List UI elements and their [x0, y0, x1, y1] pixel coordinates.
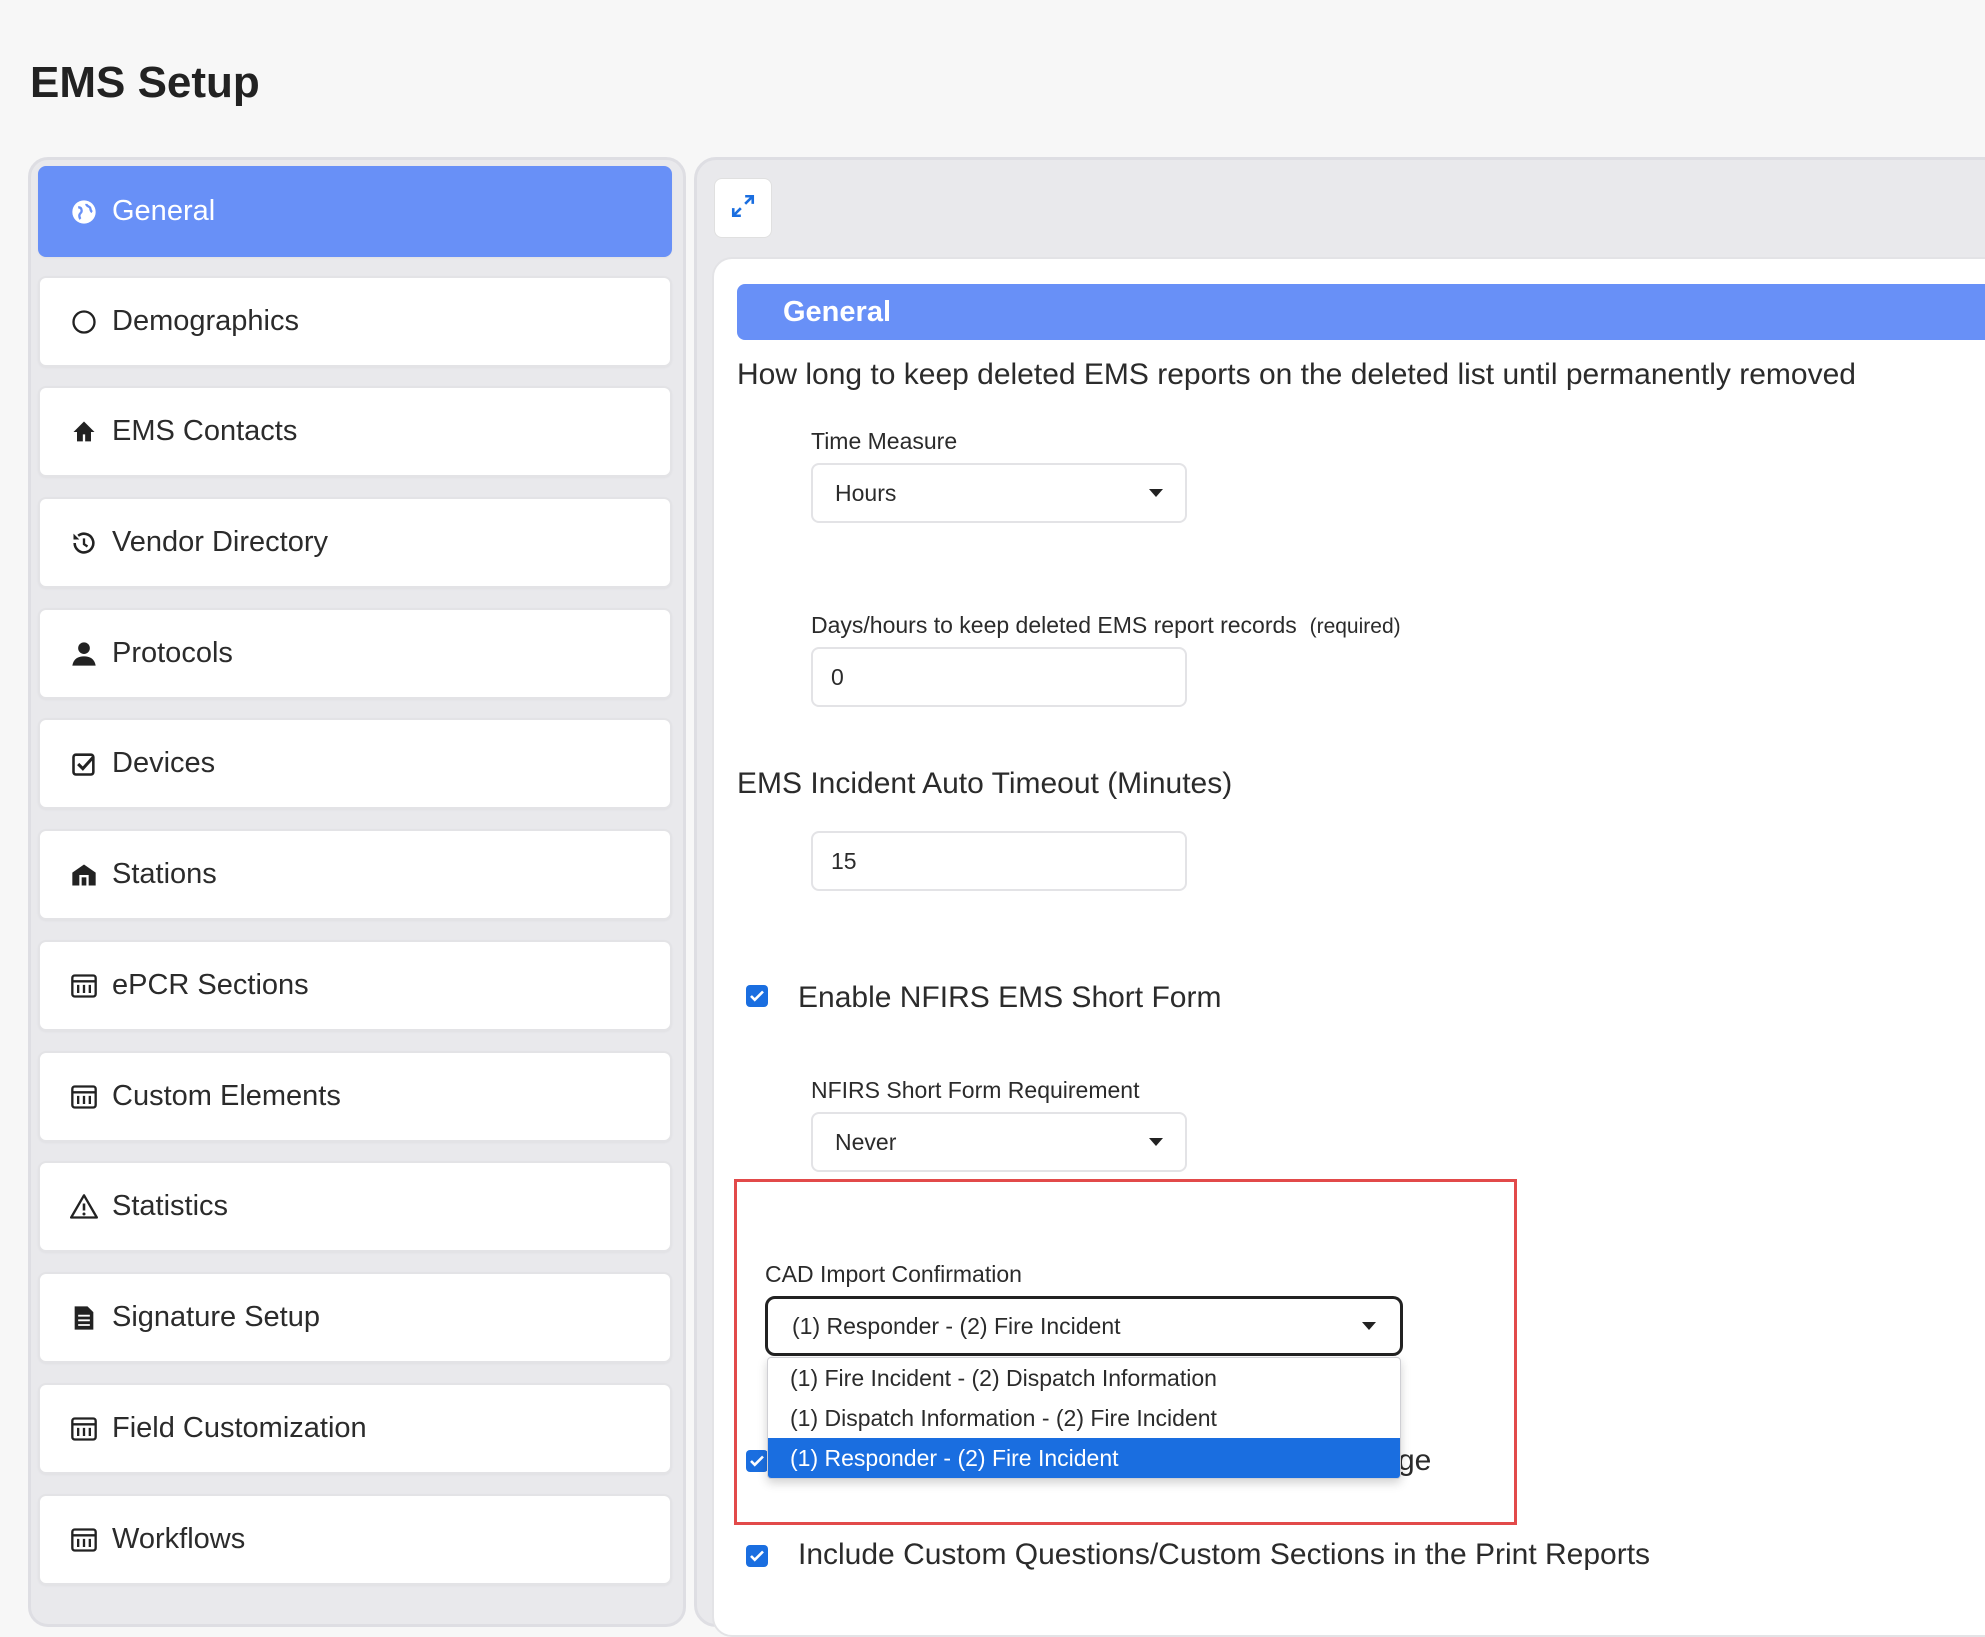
user-icon [70, 640, 98, 668]
time-measure-value: Hours [835, 479, 897, 506]
nfirs-short-form-checkbox[interactable] [746, 985, 768, 1007]
sidebar-item-stations[interactable]: Stations [38, 829, 672, 920]
check-square-icon [70, 750, 98, 778]
sidebar-item-label: ePCR Sections [112, 969, 309, 1001]
required-indicator: (required) [1309, 615, 1401, 638]
sidebar-item-label: Vendor Directory [112, 526, 328, 558]
page-title: EMS Setup [30, 58, 260, 107]
dropdown-option-selected[interactable]: (1) Responder - (2) Fire Incident [768, 1438, 1400, 1478]
sliders-icon [70, 1526, 98, 1554]
sidebar-item-label: Devices [112, 747, 216, 779]
sidebar-item-label: Signature Setup [112, 1301, 320, 1333]
sliders-icon [70, 1415, 98, 1443]
cad-import-value: (1) Responder - (2) Fire Incident [792, 1312, 1121, 1339]
auto-timeout-input[interactable]: 15 [811, 831, 1187, 891]
document-icon [70, 1304, 98, 1332]
circle-icon [70, 308, 98, 336]
dropdown-option[interactable]: (1) Fire Incident - (2) Dispatch Informa… [768, 1358, 1400, 1398]
chevron-down-icon [1362, 1322, 1376, 1330]
nfirs-requirement-select[interactable]: Never [811, 1112, 1187, 1172]
chevron-down-icon [1149, 489, 1163, 497]
sidebar-item-workflows[interactable]: Workflows [38, 1494, 672, 1585]
sidebar-item-label: Custom Elements [112, 1080, 341, 1112]
hidden-option-checkbox[interactable] [746, 1450, 768, 1472]
time-measure-select[interactable]: Hours [811, 463, 1187, 523]
sidebar-item-field-customization[interactable]: Field Customization [38, 1383, 672, 1474]
keep-days-label: Days/hours to keep deleted EMS report re… [811, 612, 1401, 638]
cad-import-label: CAD Import Confirmation [765, 1261, 1022, 1287]
sidebar-item-devices[interactable]: Devices [38, 718, 672, 809]
sidebar-item-demographics[interactable]: Demographics [38, 276, 672, 367]
nfirs-requirement-label: NFIRS Short Form Requirement [811, 1077, 1140, 1103]
sidebar-item-label: Protocols [112, 637, 233, 669]
keep-days-input[interactable]: 0 [811, 647, 1187, 707]
home-icon [70, 418, 98, 446]
sliders-icon [70, 972, 98, 1000]
sidebar-item-signature-setup[interactable]: Signature Setup [38, 1272, 672, 1363]
sliders-icon [70, 1083, 98, 1111]
section-header: General [737, 284, 1985, 340]
sidebar-item-statistics[interactable]: Statistics [38, 1161, 672, 1252]
history-icon [70, 529, 98, 557]
chevron-down-icon [1149, 1138, 1163, 1146]
auto-timeout-label: EMS Incident Auto Timeout (Minutes) [737, 767, 1233, 800]
custom-questions-checkbox[interactable] [746, 1545, 768, 1567]
sidebar-item-epcr-sections[interactable]: ePCR Sections [38, 940, 672, 1031]
sidebar-item-vendor-directory[interactable]: Vendor Directory [38, 497, 672, 588]
hidden-option-label: ge [1398, 1444, 1432, 1477]
sidebar-item-protocols[interactable]: Protocols [38, 608, 672, 699]
keep-days-value: 0 [831, 663, 844, 690]
sidebar-item-label: General [112, 195, 216, 227]
expand-icon [730, 193, 756, 224]
building-icon [70, 861, 98, 889]
globe-icon [70, 198, 98, 226]
dropdown-option[interactable]: (1) Dispatch Information - (2) Fire Inci… [768, 1398, 1400, 1438]
sidebar-item-label: EMS Contacts [112, 415, 298, 447]
nfirs-requirement-value: Never [835, 1128, 897, 1155]
sidebar-item-ems-contacts[interactable]: EMS Contacts [38, 386, 672, 477]
retention-question: How long to keep deleted EMS reports on … [737, 358, 1856, 391]
sidebar-item-label: Field Customization [112, 1412, 367, 1444]
auto-timeout-value: 15 [831, 847, 857, 874]
cad-import-select[interactable]: (1) Responder - (2) Fire Incident [765, 1296, 1403, 1356]
warning-icon [70, 1193, 98, 1221]
sidebar-item-custom-elements[interactable]: Custom Elements [38, 1051, 672, 1142]
expand-button[interactable] [714, 178, 772, 238]
sidebar-item-label: Workflows [112, 1523, 246, 1555]
nfirs-short-form-label: Enable NFIRS EMS Short Form [798, 981, 1222, 1014]
time-measure-label: Time Measure [811, 428, 958, 454]
custom-questions-label: Include Custom Questions/Custom Sections… [798, 1538, 1651, 1571]
sidebar-item-label: Demographics [112, 305, 299, 337]
sidebar-item-general[interactable]: General [38, 166, 672, 257]
cad-import-dropdown[interactable]: (1) Fire Incident - (2) Dispatch Informa… [767, 1357, 1401, 1479]
sidebar-item-label: Stations [112, 858, 217, 890]
sidebar-item-label: Statistics [112, 1190, 229, 1222]
